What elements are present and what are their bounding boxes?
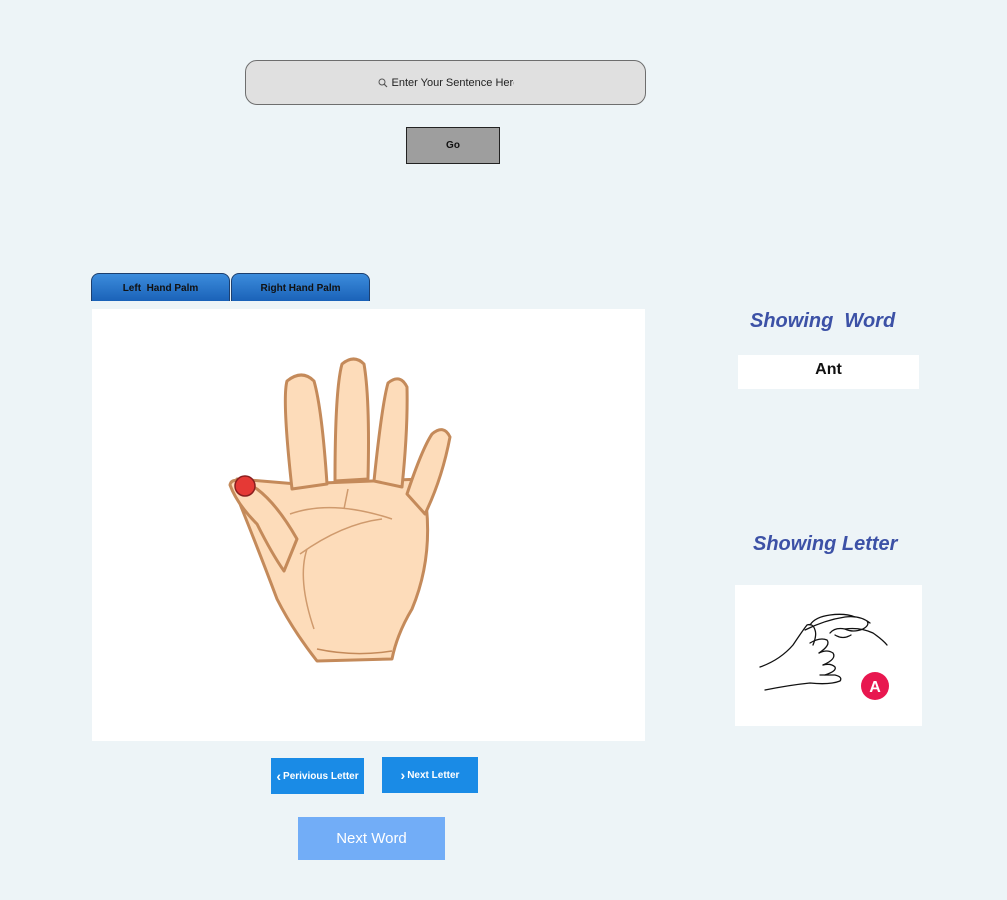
next-word-button[interactable]: Next Word xyxy=(298,817,445,860)
chevron-left-icon: ‹ xyxy=(276,768,282,784)
next-letter-label: Next Letter xyxy=(407,769,460,781)
next-letter-button[interactable]: › Next Letter xyxy=(382,757,478,793)
tab-left-hand-palm[interactable]: Left Hand Palm xyxy=(91,273,230,301)
previous-letter-label: Perivious Letter xyxy=(283,770,359,782)
search-icon xyxy=(378,78,388,88)
previous-letter-button[interactable]: ‹ Perivious Letter xyxy=(271,758,364,794)
showing-word-value: Ant xyxy=(738,355,919,389)
palm-panel xyxy=(92,309,645,741)
chevron-right-icon: › xyxy=(400,767,406,783)
letter-badge-text: A xyxy=(869,679,881,696)
sentence-input[interactable] xyxy=(391,76,514,89)
tab-right-hand-palm[interactable]: Right Hand Palm xyxy=(231,273,370,301)
sentence-search-box[interactable] xyxy=(245,60,646,105)
red-dot-marker xyxy=(234,475,256,497)
showing-letter-heading: Showing Letter xyxy=(753,533,898,555)
open-hand-palm-image xyxy=(228,357,452,663)
showing-word-heading: Showing Word xyxy=(750,310,896,332)
showing-letter-panel: A xyxy=(735,585,922,726)
sign-letter-image: A xyxy=(759,613,889,700)
go-button[interactable]: Go xyxy=(406,127,500,164)
